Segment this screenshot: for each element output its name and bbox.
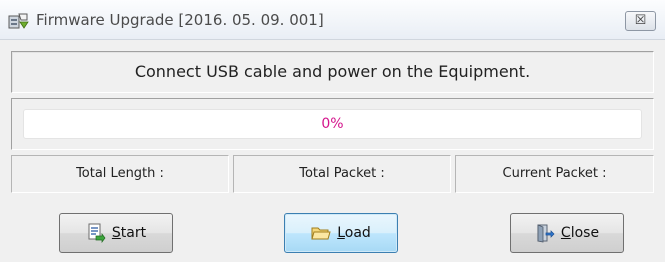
window-title: Firmware Upgrade [2016. 05. 09. 001] xyxy=(36,11,324,29)
firmware-icon xyxy=(8,13,29,29)
total-length-label: Total Length : xyxy=(11,155,229,193)
title-bar: Firmware Upgrade [2016. 05. 09. 001] ☒ xyxy=(0,0,665,40)
status-message: Connect USB cable and power on the Equip… xyxy=(134,62,531,81)
start-button[interactable]: Start xyxy=(59,213,173,253)
window-close-button[interactable]: ☒ xyxy=(625,11,656,31)
total-packet-label: Total Packet : xyxy=(233,155,451,193)
folder-open-icon xyxy=(311,227,331,240)
progress-percent: 0% xyxy=(321,116,344,132)
close-button[interactable]: Close xyxy=(510,213,624,253)
load-button[interactable]: Load xyxy=(284,213,398,253)
document-arrow-icon xyxy=(88,223,106,243)
load-button-label: Load xyxy=(337,225,371,241)
close-icon: ☒ xyxy=(634,13,647,28)
exit-door-icon xyxy=(537,224,555,243)
start-button-label: Start xyxy=(111,225,147,241)
message-panel: Connect USB cable and power on the Equip… xyxy=(11,51,654,93)
current-packet-label: Current Packet : xyxy=(455,155,654,193)
close-button-label: Close xyxy=(560,225,600,241)
progress-bar: 0% xyxy=(23,109,642,139)
progress-panel: 0% xyxy=(11,98,654,150)
